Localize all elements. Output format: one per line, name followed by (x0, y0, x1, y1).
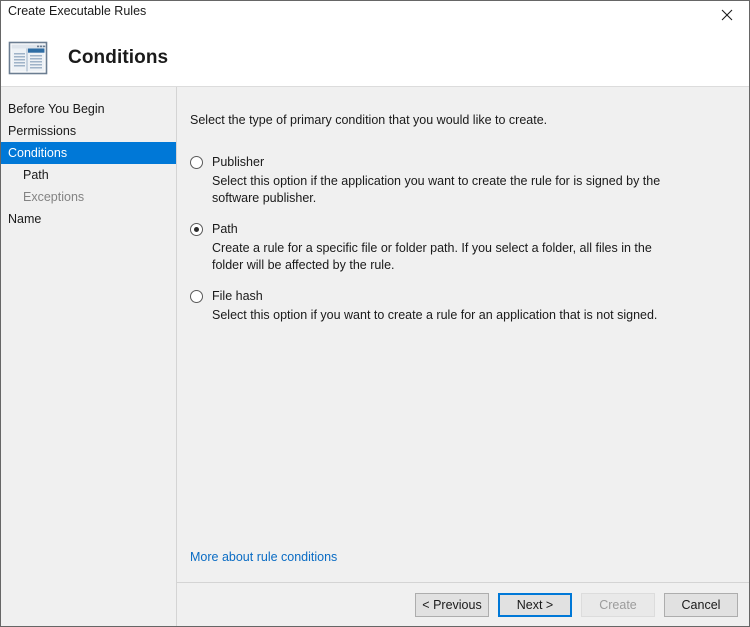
option-publisher: Publisher Select this option if the appl… (190, 155, 727, 206)
next-button[interactable]: Next > (498, 593, 572, 617)
option-path: Path Create a rule for a specific file o… (190, 222, 727, 273)
content-inner: Select the type of primary condition tha… (177, 87, 749, 582)
dialog-body: Before You Begin Permissions Conditions … (1, 87, 749, 626)
sidebar-item-permissions[interactable]: Permissions (1, 120, 176, 142)
option-file-hash: File hash Select this option if you want… (190, 289, 727, 324)
sidebar-item-path[interactable]: Path (1, 164, 176, 186)
wizard-step-nav: Before You Begin Permissions Conditions … (1, 87, 177, 626)
radio-file-hash[interactable] (190, 290, 203, 303)
create-executable-rules-dialog: Create Executable Rules (0, 0, 750, 627)
option-publisher-label: Publisher (212, 155, 264, 169)
option-publisher-row[interactable]: Publisher (190, 155, 727, 169)
create-button: Create (581, 593, 655, 617)
cancel-button[interactable]: Cancel (664, 593, 738, 617)
sidebar-item-exceptions[interactable]: Exceptions (1, 186, 176, 208)
option-path-label: Path (212, 222, 238, 236)
previous-button[interactable]: < Previous (415, 593, 489, 617)
sidebar-item-before-you-begin[interactable]: Before You Begin (1, 98, 176, 120)
radio-publisher[interactable] (190, 156, 203, 169)
radio-path[interactable] (190, 223, 203, 236)
wizard-header: Conditions (1, 30, 749, 87)
page-title: Conditions (68, 47, 168, 69)
window-title: Create Executable Rules (1, 1, 146, 19)
option-file-hash-description: Select this option if you want to create… (212, 307, 664, 324)
option-file-hash-label: File hash (212, 289, 263, 303)
option-publisher-description: Select this option if the application yo… (212, 173, 664, 206)
content-pane: Select the type of primary condition tha… (177, 87, 749, 626)
title-bar: Create Executable Rules (1, 1, 749, 30)
sidebar-item-conditions[interactable]: Conditions (1, 142, 176, 164)
option-path-row[interactable]: Path (190, 222, 727, 236)
dialog-footer: < Previous Next > Create Cancel (177, 582, 749, 626)
instruction-text: Select the type of primary condition tha… (190, 113, 727, 127)
wizard-window-icon (8, 38, 48, 78)
close-icon[interactable] (704, 1, 749, 29)
sidebar-item-name[interactable]: Name (1, 208, 176, 230)
option-file-hash-row[interactable]: File hash (190, 289, 727, 303)
option-path-description: Create a rule for a specific file or fol… (212, 240, 664, 273)
more-about-rule-conditions-link[interactable]: More about rule conditions (190, 550, 337, 564)
